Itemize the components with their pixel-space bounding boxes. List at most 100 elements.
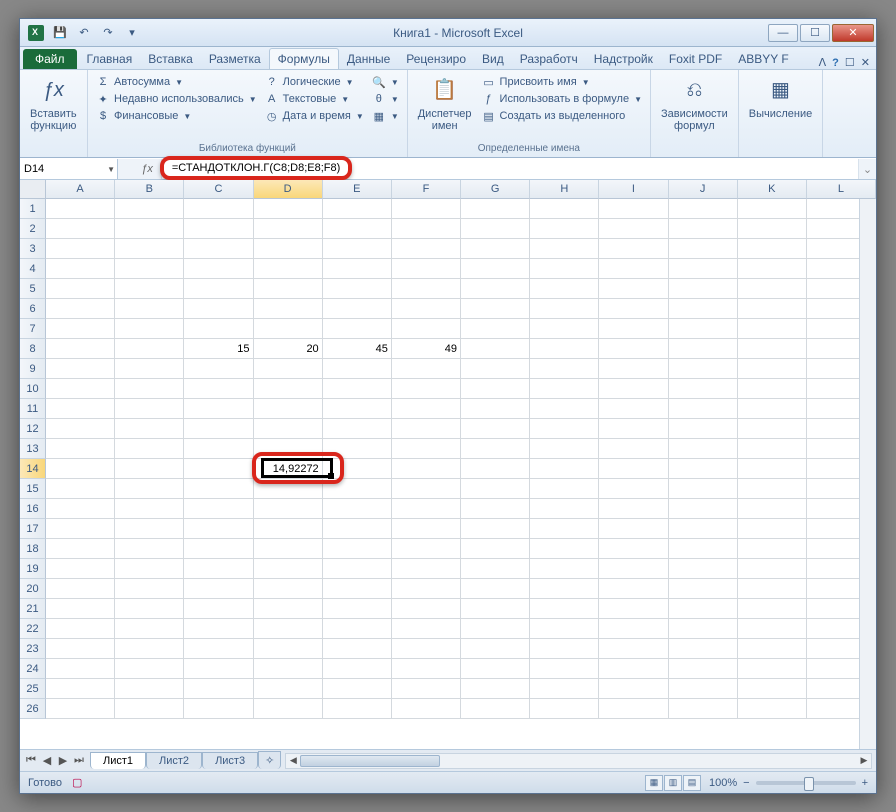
cell[interactable] [530, 219, 599, 239]
page-break-icon[interactable]: ▤ [683, 775, 701, 791]
cell[interactable] [669, 459, 738, 479]
cell[interactable] [323, 199, 392, 219]
cell[interactable] [46, 379, 115, 399]
cell[interactable] [184, 459, 253, 479]
tab-addins[interactable]: Надстройк [586, 49, 661, 69]
cell[interactable] [115, 659, 184, 679]
sheet-tab-2[interactable]: Лист2 [146, 752, 202, 769]
cell[interactable] [46, 219, 115, 239]
cell[interactable] [530, 519, 599, 539]
cell[interactable] [323, 639, 392, 659]
cell[interactable] [184, 539, 253, 559]
cell[interactable] [323, 499, 392, 519]
cell[interactable] [254, 319, 323, 339]
cell[interactable] [392, 359, 461, 379]
cell[interactable] [669, 359, 738, 379]
file-tab[interactable]: Файл [23, 49, 77, 69]
cell[interactable] [254, 399, 323, 419]
cell[interactable] [392, 539, 461, 559]
cell[interactable] [738, 699, 807, 719]
cell[interactable] [184, 199, 253, 219]
cell[interactable] [599, 539, 668, 559]
cell[interactable] [461, 279, 530, 299]
row-header[interactable]: 1 [20, 199, 46, 219]
cell[interactable] [530, 659, 599, 679]
row-header[interactable]: 24 [20, 659, 46, 679]
tab-foxit[interactable]: Foxit PDF [661, 49, 730, 69]
cell[interactable] [461, 679, 530, 699]
sheet-tab-active[interactable]: Лист1 [90, 752, 146, 769]
cell[interactable] [323, 299, 392, 319]
cell[interactable] [738, 299, 807, 319]
cell[interactable] [184, 279, 253, 299]
cell[interactable] [392, 579, 461, 599]
cell[interactable] [254, 559, 323, 579]
formula-auditing-button[interactable]: ⎌ Зависимости формул [655, 72, 734, 134]
cell[interactable] [115, 419, 184, 439]
cell[interactable] [461, 319, 530, 339]
cell[interactable] [530, 539, 599, 559]
cell[interactable] [184, 599, 253, 619]
cell[interactable] [184, 659, 253, 679]
cell[interactable] [599, 299, 668, 319]
cell[interactable] [392, 499, 461, 519]
fx-button[interactable]: ƒx [137, 163, 157, 175]
zoom-in-icon[interactable]: + [862, 777, 868, 789]
row-header[interactable]: 26 [20, 699, 46, 719]
zoom-control[interactable]: 100% − + [709, 777, 868, 789]
cell[interactable] [392, 199, 461, 219]
cell[interactable] [461, 359, 530, 379]
cell[interactable] [392, 299, 461, 319]
cell[interactable] [461, 499, 530, 519]
cell[interactable] [323, 539, 392, 559]
cell[interactable] [46, 579, 115, 599]
cell[interactable] [323, 439, 392, 459]
cell[interactable] [669, 279, 738, 299]
cells-area[interactable]: 1520454914,92272 [46, 199, 876, 749]
cell[interactable] [392, 699, 461, 719]
cell[interactable] [46, 359, 115, 379]
cell[interactable] [323, 239, 392, 259]
cell[interactable] [530, 599, 599, 619]
cell[interactable] [599, 459, 668, 479]
tab-home[interactable]: Главная [79, 49, 141, 69]
cell[interactable] [115, 319, 184, 339]
row-header[interactable]: 6 [20, 299, 46, 319]
cell[interactable] [669, 259, 738, 279]
cell[interactable] [669, 679, 738, 699]
cell[interactable] [115, 599, 184, 619]
cell[interactable] [254, 419, 323, 439]
close-button[interactable]: ✕ [832, 24, 874, 42]
cell[interactable] [254, 279, 323, 299]
row-header[interactable]: 7 [20, 319, 46, 339]
cell[interactable] [530, 579, 599, 599]
cell[interactable] [530, 239, 599, 259]
cell[interactable] [115, 299, 184, 319]
cell[interactable] [461, 259, 530, 279]
cell[interactable] [323, 699, 392, 719]
column-header[interactable]: K [738, 180, 807, 199]
cell[interactable] [323, 459, 392, 479]
row-header[interactable]: 11 [20, 399, 46, 419]
normal-view-icon[interactable]: ▦ [645, 775, 663, 791]
cell[interactable] [115, 399, 184, 419]
cell[interactable] [115, 459, 184, 479]
cell[interactable] [46, 279, 115, 299]
cell[interactable] [254, 599, 323, 619]
cell[interactable] [323, 279, 392, 299]
cell[interactable] [184, 399, 253, 419]
row-header[interactable]: 5 [20, 279, 46, 299]
tab-insert[interactable]: Вставка [140, 49, 201, 69]
row-header[interactable]: 18 [20, 539, 46, 559]
cell[interactable] [254, 299, 323, 319]
cell[interactable] [738, 359, 807, 379]
cell[interactable] [323, 579, 392, 599]
cell[interactable] [46, 639, 115, 659]
logical-button[interactable]: ?Логические▼ [263, 74, 366, 90]
cell[interactable] [599, 639, 668, 659]
cell[interactable] [530, 319, 599, 339]
cell[interactable] [530, 379, 599, 399]
cell[interactable] [530, 279, 599, 299]
column-header[interactable]: J [669, 180, 738, 199]
cell[interactable] [669, 559, 738, 579]
